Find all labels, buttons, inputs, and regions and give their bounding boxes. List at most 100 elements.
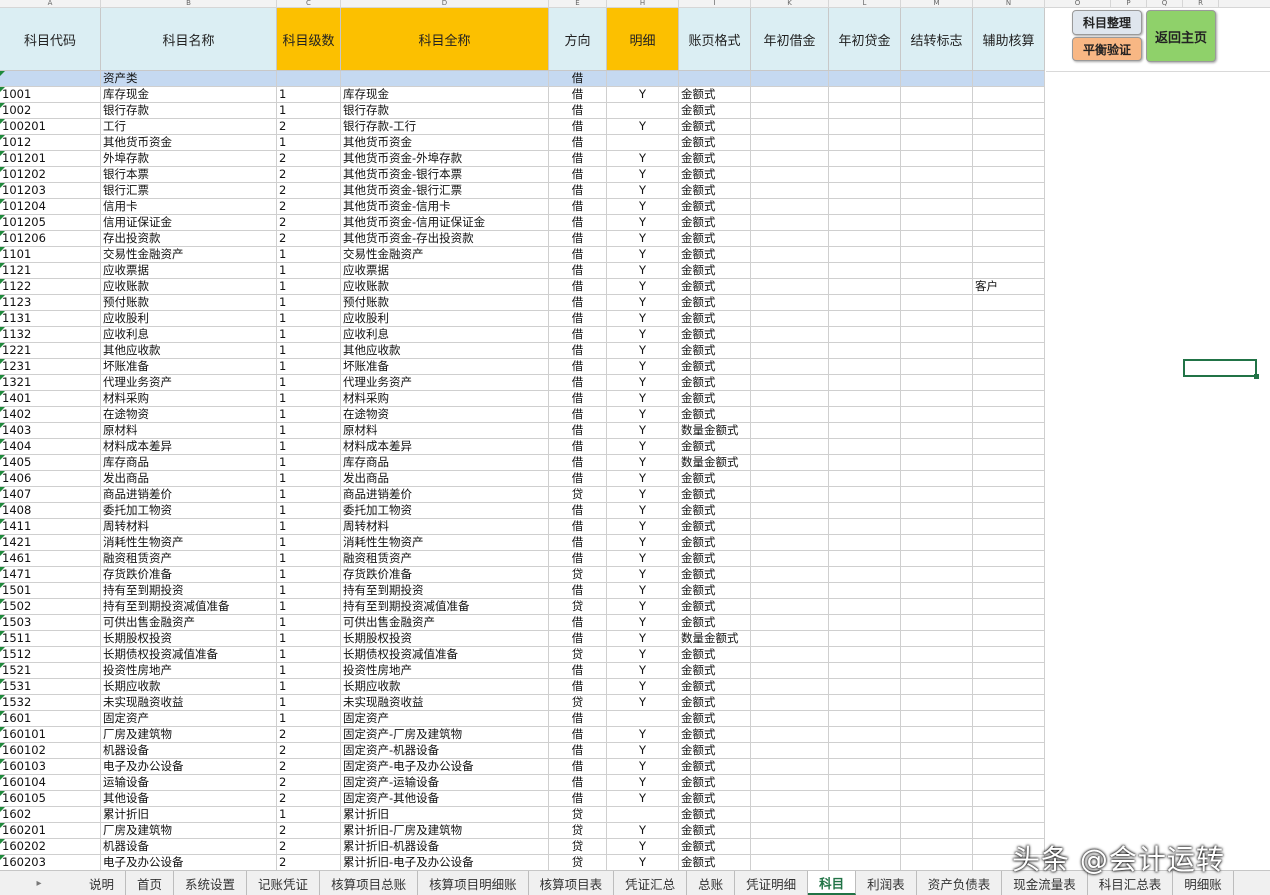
cell-lvl[interactable]: 2 (277, 215, 341, 231)
cell-det[interactable]: Y (607, 247, 679, 263)
cell-dir[interactable]: 贷 (549, 647, 607, 663)
cell-flag[interactable] (901, 839, 973, 855)
cell-full[interactable]: 累计折旧-厂房及建筑物 (341, 823, 549, 839)
cell-full[interactable]: 交易性金融资产 (341, 247, 549, 263)
cell-name[interactable]: 银行本票 (101, 167, 277, 183)
cell-dir[interactable]: 借 (549, 327, 607, 343)
cell-dr[interactable] (751, 679, 829, 695)
cell-flag[interactable] (901, 807, 973, 823)
cell-flag[interactable] (901, 327, 973, 343)
cell-dr[interactable] (751, 263, 829, 279)
cell-det[interactable]: Y (607, 423, 679, 439)
cell-flag[interactable] (901, 615, 973, 631)
cell-dr[interactable] (751, 391, 829, 407)
cell-det[interactable]: Y (607, 231, 679, 247)
cell-det[interactable] (607, 135, 679, 151)
cell-name[interactable]: 累计折旧 (101, 807, 277, 823)
cell-dir[interactable]: 借 (549, 743, 607, 759)
cell-name[interactable]: 外埠存款 (101, 151, 277, 167)
sheet-tab[interactable]: 记账凭证 (247, 871, 321, 895)
cell-lvl[interactable]: 1 (277, 647, 341, 663)
cell-flag[interactable] (901, 71, 973, 87)
cell-full[interactable]: 其他货币资金-信用证保证金 (341, 215, 549, 231)
cell-flag[interactable] (901, 519, 973, 535)
cell-name[interactable]: 在途物资 (101, 407, 277, 423)
cell-det[interactable]: Y (607, 391, 679, 407)
cell-aux[interactable] (973, 663, 1045, 679)
cell-dir[interactable]: 贷 (549, 839, 607, 855)
cell-name[interactable]: 工行 (101, 119, 277, 135)
header-lvl[interactable]: 科目级数 (277, 8, 341, 71)
sheet-tab[interactable]: 资产负债表 (917, 871, 1003, 895)
cell-lvl[interactable]: 1 (277, 279, 341, 295)
cell-cr[interactable] (829, 279, 901, 295)
cell-lvl[interactable]: 2 (277, 823, 341, 839)
cell-lvl[interactable]: 1 (277, 679, 341, 695)
cell-det[interactable]: Y (607, 167, 679, 183)
cell-dir[interactable]: 借 (549, 551, 607, 567)
cell-full[interactable]: 固定资产-运输设备 (341, 775, 549, 791)
cell-fmt[interactable]: 金额式 (679, 183, 751, 199)
cell-flag[interactable] (901, 791, 973, 807)
cell-fmt[interactable]: 金额式 (679, 695, 751, 711)
column-letter-c[interactable]: C (277, 0, 341, 8)
cell-flag[interactable] (901, 279, 973, 295)
cell-full[interactable]: 固定资产 (341, 711, 549, 727)
cell-det[interactable]: Y (607, 567, 679, 583)
cell-flag[interactable] (901, 471, 973, 487)
cell-fmt[interactable]: 金额式 (679, 375, 751, 391)
cell-aux[interactable] (973, 423, 1045, 439)
cell-aux[interactable] (973, 775, 1045, 791)
sheet-tab[interactable]: 系统设置 (174, 871, 248, 895)
cell-fmt[interactable]: 金额式 (679, 535, 751, 551)
cell-det[interactable]: Y (607, 487, 679, 503)
cell-code[interactable]: 1231 (0, 359, 101, 375)
cell-det[interactable]: Y (607, 359, 679, 375)
cell-fmt[interactable]: 金额式 (679, 263, 751, 279)
cell-dir[interactable]: 借 (549, 103, 607, 119)
cell-aux[interactable] (973, 311, 1045, 327)
cell-lvl[interactable]: 1 (277, 407, 341, 423)
cell-det[interactable]: Y (607, 551, 679, 567)
cell-flag[interactable] (901, 263, 973, 279)
cell-fmt[interactable]: 金额式 (679, 679, 751, 695)
cell-aux[interactable] (973, 343, 1045, 359)
cell-det[interactable]: Y (607, 823, 679, 839)
cell-dir[interactable]: 贷 (549, 567, 607, 583)
header-name[interactable]: 科目名称 (101, 8, 277, 71)
cell-fmt[interactable] (679, 71, 751, 87)
cell-full[interactable]: 长期股权投资 (341, 631, 549, 647)
cell-lvl[interactable]: 2 (277, 743, 341, 759)
cell-dir[interactable]: 借 (549, 535, 607, 551)
cell-dir[interactable]: 贷 (549, 599, 607, 615)
cell-name[interactable]: 委托加工物资 (101, 503, 277, 519)
cell-name[interactable]: 电子及办公设备 (101, 855, 277, 871)
cell-flag[interactable] (901, 87, 973, 103)
cell-lvl[interactable]: 1 (277, 695, 341, 711)
cell-lvl[interactable]: 1 (277, 471, 341, 487)
cell-lvl[interactable]: 1 (277, 503, 341, 519)
cell-full[interactable]: 其他货币资金-存出投资款 (341, 231, 549, 247)
cell-cr[interactable] (829, 247, 901, 263)
cell-fmt[interactable]: 金额式 (679, 311, 751, 327)
cell-det[interactable]: Y (607, 183, 679, 199)
cell-cr[interactable] (829, 471, 901, 487)
cell-code[interactable]: 1403 (0, 423, 101, 439)
cell-name[interactable]: 存出投资款 (101, 231, 277, 247)
cell-aux[interactable] (973, 407, 1045, 423)
cell-aux[interactable] (973, 759, 1045, 775)
cell-name[interactable]: 应收股利 (101, 311, 277, 327)
cell-code[interactable]: 101203 (0, 183, 101, 199)
cell-cr[interactable] (829, 359, 901, 375)
cell-full[interactable]: 固定资产-其他设备 (341, 791, 549, 807)
cell-name[interactable]: 投资性房地产 (101, 663, 277, 679)
cell-flag[interactable] (901, 391, 973, 407)
cell-name[interactable]: 发出商品 (101, 471, 277, 487)
sheet-tab[interactable]: 核算项目总账 (320, 871, 419, 895)
cell-cr[interactable] (829, 215, 901, 231)
cell-aux[interactable] (973, 487, 1045, 503)
cell-cr[interactable] (829, 711, 901, 727)
cell-fmt[interactable]: 金额式 (679, 599, 751, 615)
cell-code[interactable]: 1501 (0, 583, 101, 599)
cell-flag[interactable] (901, 375, 973, 391)
